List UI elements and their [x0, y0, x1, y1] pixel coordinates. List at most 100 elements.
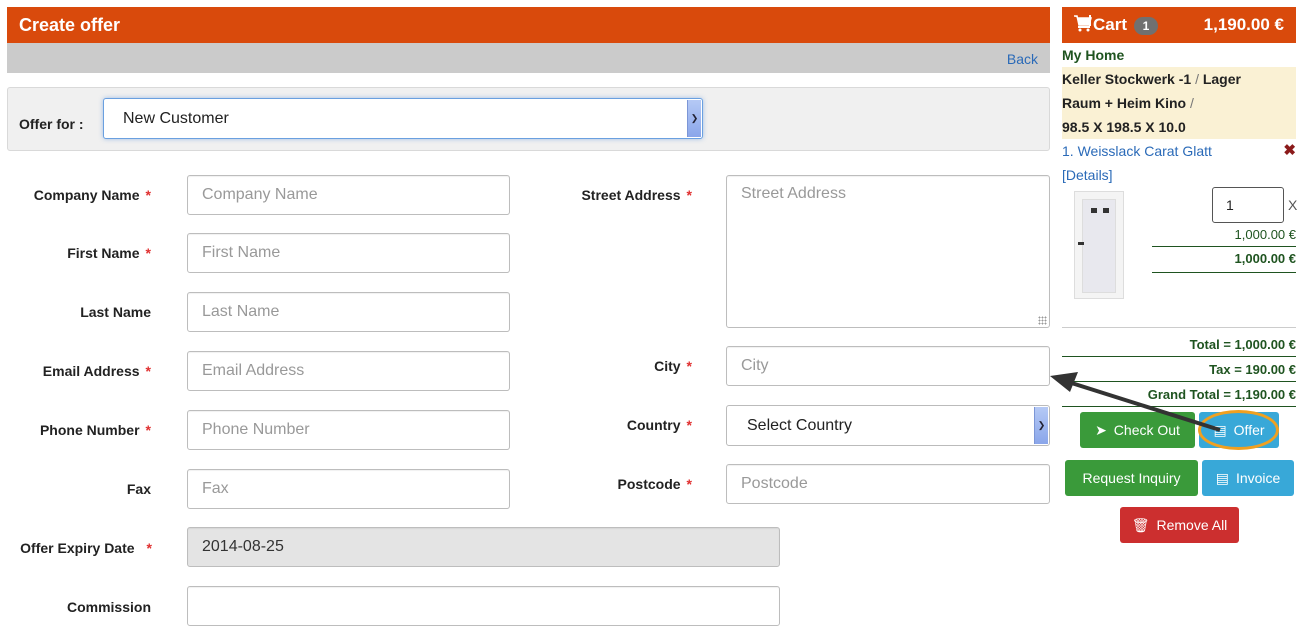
label-text: Last Name: [80, 304, 151, 320]
chevron-down-icon: ❯: [1034, 407, 1048, 444]
room-name: Raum + Heim Kino: [1062, 95, 1187, 111]
shopping-cart-icon: [1073, 7, 1093, 43]
label-text: City: [654, 358, 681, 374]
postcode-label: Postcode *: [540, 476, 692, 492]
request-inquiry-button[interactable]: Request Inquiry: [1065, 460, 1198, 496]
city-placeholder: City: [741, 357, 769, 374]
fax-input[interactable]: Fax: [187, 469, 510, 509]
cart-home: My Home: [1062, 47, 1125, 63]
cart-count-badge: 1: [1134, 17, 1158, 35]
placeholder-text: Phone Number: [202, 421, 310, 438]
required-mark: *: [686, 358, 692, 374]
required-mark: *: [145, 363, 151, 379]
separator: /: [1195, 71, 1199, 87]
back-link[interactable]: Back: [1007, 51, 1038, 67]
checkout-label: Check Out: [1113, 422, 1180, 438]
label-text: First Name: [67, 245, 140, 261]
street-address-textarea[interactable]: Street Address: [726, 175, 1050, 328]
commission-label: Commission: [0, 599, 151, 615]
placeholder-text: Last Name: [202, 303, 280, 320]
country-label: Country *: [540, 417, 692, 433]
postcode-placeholder: Postcode: [741, 475, 808, 492]
city-label: City *: [540, 358, 692, 374]
first-name-label: First Name *: [0, 245, 151, 261]
toolbar: Back: [7, 43, 1050, 73]
door-ornament: [1091, 208, 1097, 213]
company-name-input[interactable]: Company Name: [187, 175, 510, 215]
remove-item-icon[interactable]: ✖: [1283, 139, 1296, 163]
offer-for-row: Offer for : New Customer ❯: [7, 87, 1050, 151]
resize-grip-icon[interactable]: [1038, 316, 1047, 325]
room-dimensions: 98.5 X 198.5 X 10.0: [1062, 119, 1186, 135]
email-address-input[interactable]: Email Address: [187, 351, 510, 391]
cart-total: Total = 1,000.00 €: [1062, 332, 1296, 357]
street-address-placeholder: Street Address: [741, 185, 846, 202]
phone-number-label: Phone Number *: [0, 422, 151, 438]
required-mark: *: [145, 187, 151, 203]
unit-price: 1,000.00 €: [1152, 227, 1296, 247]
cart-item-name[interactable]: 1. Weisslack Carat Glatt: [1062, 143, 1212, 159]
remove-all-button[interactable]: 🗑 Remove All: [1120, 507, 1239, 543]
label-text: Commission: [66, 599, 151, 615]
invoice-button[interactable]: ▤ Invoice: [1202, 460, 1294, 496]
paper-plane-icon: ➤: [1095, 421, 1107, 438]
trash-icon: 🗑: [1131, 516, 1150, 533]
cart-grand-total: Grand Total = 1,190.00 €: [1062, 382, 1296, 407]
page-title: Create offer: [7, 7, 1050, 43]
fax-label: Fax: [0, 481, 151, 497]
door-handle: [1078, 242, 1084, 245]
offer-for-label: Offer for :: [19, 116, 84, 132]
create-offer-panel: Create offer Back Offer for : New Custom…: [7, 7, 1050, 151]
placeholder-text: Company Name: [202, 186, 318, 203]
company-name-label: Company Name *: [0, 187, 151, 203]
cart-header-total: 1,190.00 €: [1203, 15, 1284, 34]
label-text: Offer Expiry Date: [20, 540, 135, 556]
door-glass: [1082, 199, 1116, 293]
required-mark: *: [145, 422, 151, 438]
cart-item-body: 1 X 1,000.00 € 1,000.00 €: [1062, 187, 1298, 327]
offer-expiry-label: Offer Expiry Date *: [0, 540, 152, 556]
cart-item: 1. Weisslack Carat Glatt ✖: [1062, 139, 1296, 163]
remove-all-label: Remove All: [1156, 517, 1228, 533]
offer-for-select[interactable]: New Customer ❯: [103, 98, 703, 139]
placeholder-text: First Name: [202, 244, 281, 261]
door-thumbnail: [1074, 191, 1124, 299]
label-text: Country: [626, 417, 681, 433]
country-select[interactable]: Select Country ❯: [726, 405, 1050, 446]
summary-divider: [1062, 327, 1296, 328]
cart-header[interactable]: Cart 1 1,190.00 €: [1062, 7, 1296, 43]
list-document-icon: ▤: [1215, 469, 1229, 486]
placeholder-text: Email Address: [202, 362, 305, 379]
label-text: Street Address: [581, 187, 681, 203]
room-name-part: Lager: [1202, 71, 1241, 87]
last-name-label: Last Name: [0, 304, 151, 320]
label-text: Company Name: [33, 187, 140, 203]
required-mark: *: [146, 540, 152, 556]
checkout-button[interactable]: ➤ Check Out: [1080, 412, 1195, 448]
label-text: Fax: [126, 481, 151, 497]
request-inquiry-label: Request Inquiry: [1082, 470, 1181, 486]
cart-room-info: Keller Stockwerk -1 / Lager Raum + Heim …: [1062, 67, 1296, 139]
required-mark: *: [686, 417, 692, 433]
email-address-label: Email Address *: [0, 363, 151, 379]
quantity-input[interactable]: 1: [1212, 187, 1284, 223]
required-mark: *: [686, 187, 692, 203]
list-document-icon: ▤: [1213, 421, 1227, 438]
phone-number-input[interactable]: Phone Number: [187, 410, 510, 450]
commission-input[interactable]: [187, 586, 780, 626]
offer-button[interactable]: ▤ Offer: [1199, 412, 1279, 448]
country-value: Select Country: [747, 417, 852, 434]
times-sign: X: [1288, 197, 1298, 213]
required-mark: *: [686, 476, 692, 492]
placeholder-text: Fax: [202, 480, 229, 497]
label-text: Phone Number: [39, 422, 140, 438]
item-details-link[interactable]: [Details]: [1062, 163, 1296, 187]
required-mark: *: [145, 245, 151, 261]
postcode-input[interactable]: Postcode: [726, 464, 1050, 504]
cart-label: Cart: [1093, 15, 1128, 34]
first-name-input[interactable]: First Name: [187, 233, 510, 273]
last-name-input[interactable]: Last Name: [187, 292, 510, 332]
offer-label: Offer: [1233, 422, 1265, 438]
separator: /: [1189, 95, 1194, 111]
city-input[interactable]: City: [726, 346, 1050, 386]
